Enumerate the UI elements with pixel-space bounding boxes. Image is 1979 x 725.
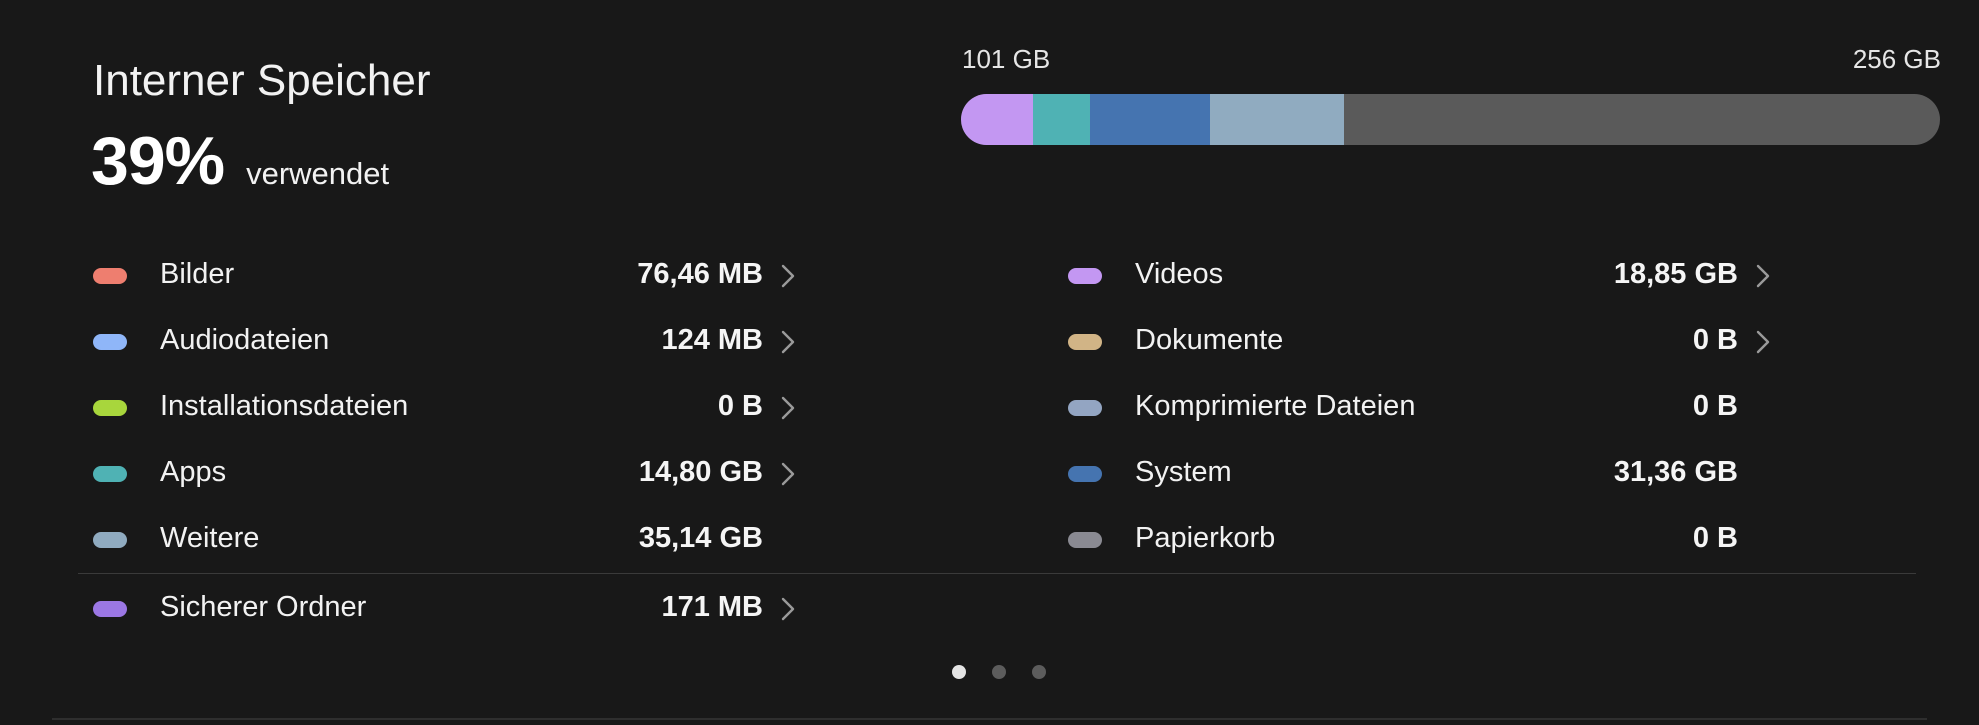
category-size: 35,14 GB (638, 522, 763, 554)
storage-card: Interner Speicher 39% verwendet 101 GB 2… (0, 0, 1979, 725)
divider (78, 573, 1916, 574)
chevron-right-icon[interactable] (774, 328, 802, 356)
category-color-dot (93, 466, 127, 482)
category-row-bilder[interactable]: Bilder 76,46 MB (78, 242, 920, 308)
category-row-dokumente[interactable]: Dokumente 0 B (1053, 308, 1895, 374)
storage-usage-bar (961, 94, 1940, 145)
used-storage-label: 101 GB (962, 44, 1051, 74)
category-list-right: Videos 18,85 GB Dokumente 0 B Komprimierte D… (1053, 242, 1895, 572)
chevron-right-icon[interactable] (774, 394, 802, 422)
chevron-right-icon[interactable] (774, 460, 802, 488)
usage-percent: 39% (91, 123, 225, 199)
category-label: Komprimierte Dateien (1135, 390, 1416, 422)
category-label: Apps (160, 456, 227, 488)
category-label: Videos (1135, 258, 1224, 290)
usage-summary: 39% verwendet (91, 122, 389, 200)
storage-bar-segment-apps (1033, 94, 1090, 145)
category-label: Weitere (160, 522, 260, 554)
category-row-videos[interactable]: Videos 18,85 GB (1053, 242, 1895, 308)
category-row-system[interactable]: System 31,36 GB (1053, 440, 1895, 506)
category-row-installationsdateien[interactable]: Installationsdateien 0 B (78, 374, 920, 440)
category-size: 171 MB (661, 591, 763, 623)
page-indicator-dot[interactable] (992, 665, 1006, 679)
storage-bar-segment-system (1089, 94, 1210, 145)
category-row-audiodateien[interactable]: Audiodateien 124 MB (78, 308, 920, 374)
category-label: Audiodateien (160, 324, 330, 356)
category-color-dot (93, 334, 127, 350)
page-indicator-dot[interactable] (1032, 665, 1046, 679)
category-size: 124 MB (661, 324, 763, 356)
category-size: 31,36 GB (1613, 456, 1738, 488)
category-row-papierkorb[interactable]: Papierkorb 0 B (1053, 506, 1895, 572)
category-row-komprimierte-dateien[interactable]: Komprimierte Dateien 0 B (1053, 374, 1895, 440)
category-label: System (1135, 456, 1232, 488)
category-list-left: Bilder 76,46 MB Audiodateien 124 MB Installa… (78, 242, 920, 572)
page-title: Interner Speicher (93, 56, 431, 105)
bottom-divider (52, 718, 1927, 720)
chevron-right-icon[interactable] (1749, 328, 1777, 356)
category-color-dot (1068, 334, 1102, 350)
category-label: Dokumente (1135, 324, 1284, 356)
usage-label: verwendet (246, 156, 390, 191)
category-label: Papierkorb (1135, 522, 1276, 554)
category-size: 0 B (717, 390, 763, 422)
category-color-dot (1068, 400, 1102, 416)
category-color-dot (1068, 268, 1102, 284)
category-label: Sicherer Ordner (160, 591, 367, 623)
category-row-secure-folder[interactable]: Sicherer Ordner 171 MB (78, 575, 920, 641)
category-color-dot (93, 601, 127, 617)
category-color-dot (93, 268, 127, 284)
chevron-right-icon[interactable] (1749, 262, 1777, 290)
category-color-dot (1068, 466, 1102, 482)
category-size: 18,85 GB (1613, 258, 1738, 290)
chevron-right-icon[interactable] (774, 595, 802, 623)
category-row-weitere[interactable]: Weitere 35,14 GB (78, 506, 920, 572)
category-color-dot (1068, 532, 1102, 548)
category-row-apps[interactable]: Apps 14,80 GB (78, 440, 920, 506)
storage-bar-segment-weitere (1209, 94, 1344, 145)
category-label: Bilder (160, 258, 235, 290)
category-color-dot (93, 532, 127, 548)
storage-bar-segment-videos (961, 94, 1034, 145)
category-size: 0 B (1692, 390, 1738, 422)
page-indicator (952, 665, 1046, 679)
category-size: 14,80 GB (638, 456, 763, 488)
category-label: Installationsdateien (160, 390, 409, 422)
category-size: 76,46 MB (637, 258, 763, 290)
category-size: 0 B (1692, 522, 1738, 554)
chevron-right-icon[interactable] (774, 262, 802, 290)
total-storage-label: 256 GB (1852, 44, 1941, 74)
category-size: 0 B (1692, 324, 1738, 356)
category-color-dot (93, 400, 127, 416)
page-indicator-dot[interactable] (952, 665, 966, 679)
